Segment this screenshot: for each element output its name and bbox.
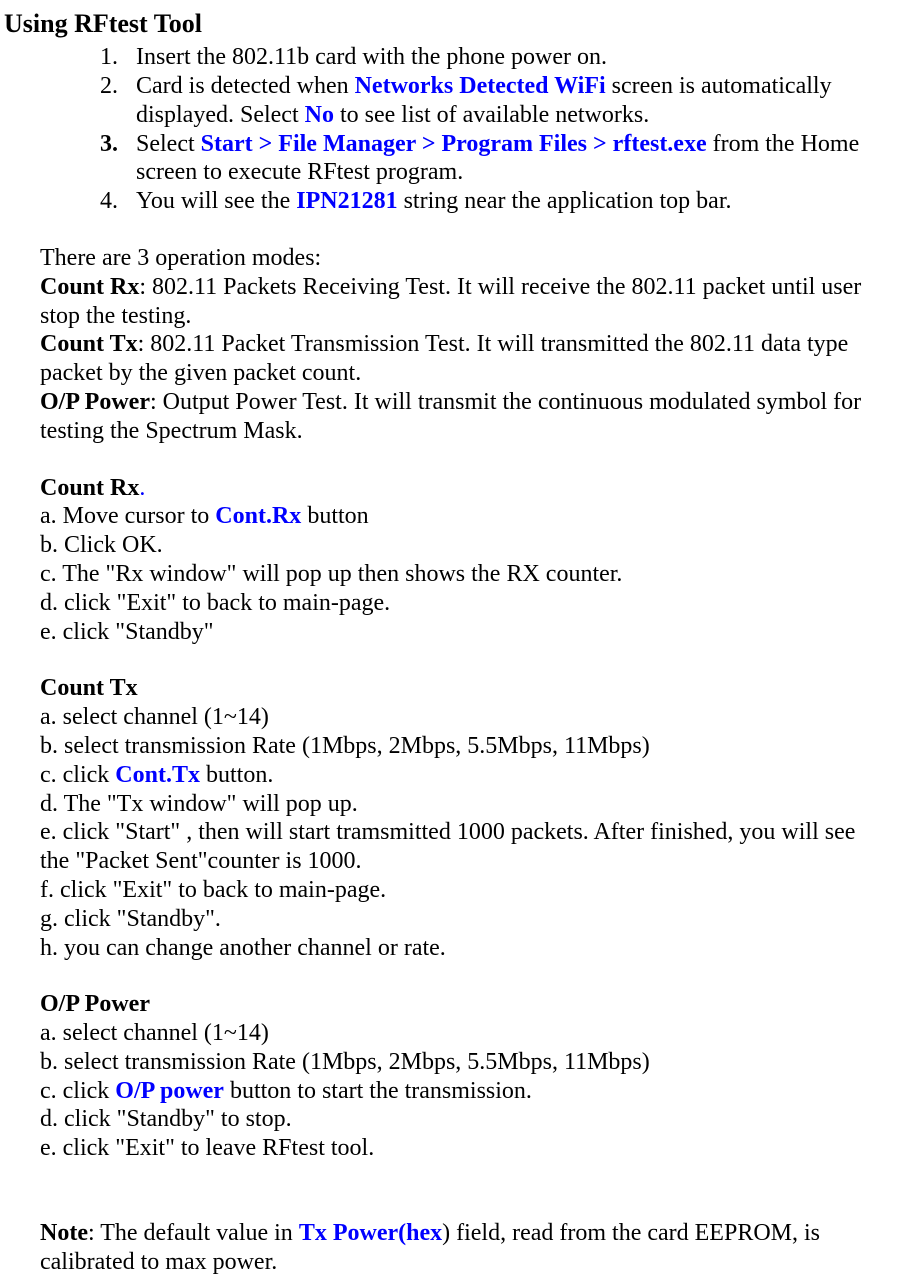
blue-term: Cont.Tx <box>115 762 200 788</box>
section-header: Count Rx <box>40 475 139 501</box>
text-segment: string near the application top bar. <box>398 188 732 214</box>
mode-count-tx: Count Tx: 802.11 Packet Transmission Tes… <box>40 330 884 388</box>
list-text: Insert the 802.11b card with the phone p… <box>136 43 884 72</box>
list-text: Select Start > File Manager > Program Fi… <box>136 130 884 188</box>
mode-text: : 802.11 Packet Transmission Test. It wi… <box>40 331 848 386</box>
text-segment: You will see the <box>136 188 296 214</box>
count-tx-step-g: g. click "Standby". <box>40 905 884 934</box>
count-rx-header: Count Rx. <box>40 474 884 503</box>
op-power-section: O/P Power a. select channel (1~14) b. se… <box>40 990 898 1163</box>
modes-intro-text: There are 3 operation modes: <box>40 244 884 273</box>
list-number: 4. <box>100 187 136 216</box>
mode-op-power: O/P Power: Output Power Test. It will tr… <box>40 388 884 446</box>
text-segment: c. click <box>40 762 115 788</box>
blue-term: Cont.Rx <box>215 503 301 529</box>
text-segment: button to start the transmission. <box>224 1078 532 1104</box>
mode-label: O/P Power <box>40 389 150 415</box>
spacer <box>0 962 898 990</box>
op-power-step-b: b. select transmission Rate (1Mbps, 2Mbp… <box>40 1048 884 1077</box>
count-tx-step-a: a. select channel (1~14) <box>40 703 884 732</box>
list-item-2: 2. Card is detected when Networks Detect… <box>100 72 884 130</box>
op-power-step-a: a. select channel (1~14) <box>40 1019 884 1048</box>
modes-intro: There are 3 operation modes: Count Rx: 8… <box>40 244 898 446</box>
count-rx-step-c: c. The "Rx window" will pop up then show… <box>40 560 884 589</box>
list-text: Card is detected when Networks Detected … <box>136 72 884 130</box>
mode-text: : Output Power Test. It will transmit th… <box>40 389 861 444</box>
count-tx-header: Count Tx <box>40 674 884 703</box>
list-number: 3. <box>100 130 136 188</box>
mode-text: : 802.11 Packets Receiving Test. It will… <box>40 274 861 329</box>
text-segment: : The default value in <box>88 1220 299 1246</box>
count-tx-step-c: c. click Cont.Tx button. <box>40 761 884 790</box>
spacer <box>0 1191 898 1219</box>
count-rx-step-b: b. Click OK. <box>40 531 884 560</box>
list-item-1: 1. Insert the 802.11b card with the phon… <box>100 43 884 72</box>
spacer <box>0 446 898 474</box>
count-tx-step-h: h. you can change another channel or rat… <box>40 934 884 963</box>
text-segment: to see list of available networks. <box>334 102 649 128</box>
spacer <box>0 216 898 244</box>
count-tx-step-d: d. The "Tx window" will pop up. <box>40 790 884 819</box>
mode-count-rx: Count Rx: 802.11 Packets Receiving Test.… <box>40 273 884 331</box>
text-segment: button. <box>200 762 273 788</box>
text-segment: Card is detected when <box>136 73 355 99</box>
spacer <box>0 646 898 674</box>
blue-term: Networks Detected WiFi <box>355 73 606 99</box>
count-tx-step-f: f. click "Exit" to back to main-page. <box>40 876 884 905</box>
numbered-list: 1. Insert the 802.11b card with the phon… <box>40 43 898 216</box>
blue-term: O/P power <box>115 1078 224 1104</box>
blue-term: Tx Power(hex <box>299 1220 442 1246</box>
op-power-header: O/P Power <box>40 990 884 1019</box>
spacer <box>0 1163 898 1191</box>
count-rx-section: Count Rx. a. Move cursor to Cont.Rx butt… <box>40 474 898 647</box>
blue-term: IPN21281 <box>296 188 397 214</box>
list-number: 1. <box>100 43 136 72</box>
list-number: 2. <box>100 72 136 130</box>
count-tx-step-b: b. select transmission Rate (1Mbps, 2Mbp… <box>40 732 884 761</box>
op-power-step-d: d. click "Standby" to stop. <box>40 1105 884 1134</box>
count-rx-step-a: a. Move cursor to Cont.Rx button <box>40 502 884 531</box>
blue-term: No <box>305 102 334 128</box>
count-tx-section: Count Tx a. select channel (1~14) b. sel… <box>40 674 898 962</box>
note-section: Note: The default value in Tx Power(hex)… <box>40 1219 898 1277</box>
list-text: You will see the IPN21281 string near th… <box>136 187 884 216</box>
text-segment: c. click <box>40 1078 115 1104</box>
text-segment: button <box>301 503 368 529</box>
list-item-4: 4. You will see the IPN21281 string near… <box>100 187 884 216</box>
text-segment: a. Move cursor to <box>40 503 215 529</box>
note-text: Note: The default value in Tx Power(hex)… <box>40 1219 884 1277</box>
op-power-step-e: e. click "Exit" to leave RFtest tool. <box>40 1134 884 1163</box>
note-label: Note <box>40 1220 88 1246</box>
mode-label: Count Tx <box>40 331 138 357</box>
count-rx-step-d: d. click "Exit" to back to main-page. <box>40 589 884 618</box>
document-title: Using RFtest Tool <box>4 8 898 39</box>
text-segment: Select <box>136 131 201 157</box>
blue-term: Start > File Manager > Program Files > r… <box>201 131 707 157</box>
mode-label: Count Rx <box>40 274 139 300</box>
op-power-step-c: c. click O/P power button to start the t… <box>40 1077 884 1106</box>
header-dot: . <box>139 475 145 501</box>
count-tx-step-e: e. click "Start" , then will start trams… <box>40 818 884 876</box>
list-item-3: 3. Select Start > File Manager > Program… <box>100 130 884 188</box>
count-rx-step-e: e. click "Standby" <box>40 618 884 647</box>
